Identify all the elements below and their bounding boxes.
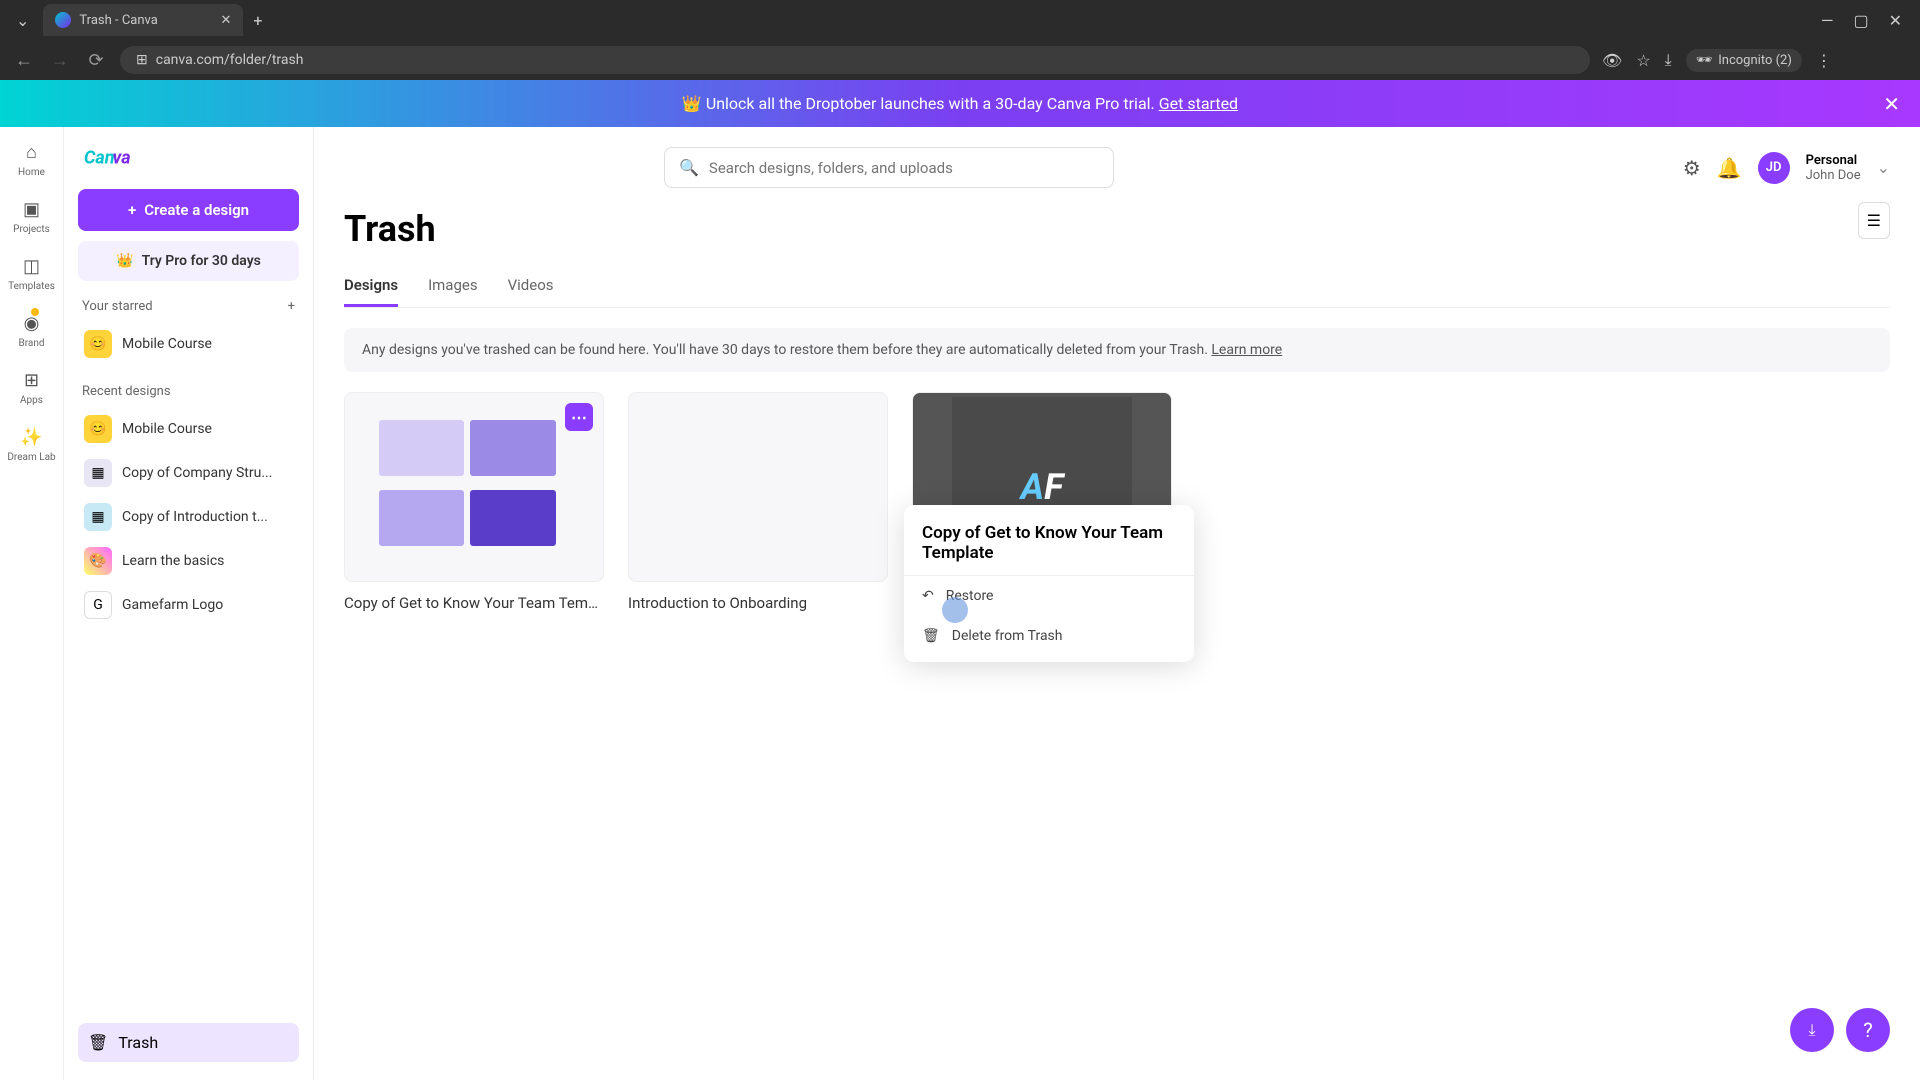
starred-item[interactable]: 😊Mobile Course xyxy=(78,322,299,366)
rail-home[interactable]: ⌂Home xyxy=(18,139,45,178)
minimize-icon[interactable]: — xyxy=(1821,11,1834,30)
card-title: Introduction to Onboarding xyxy=(628,594,888,612)
try-pro-button[interactable]: 👑Try Pro for 30 days xyxy=(78,241,299,281)
recent-item[interactable]: 😊Mobile Course xyxy=(78,407,299,451)
search-input[interactable]: 🔍 xyxy=(664,147,1114,188)
incognito-badge[interactable]: 🕶 Incognito (2) xyxy=(1686,49,1802,72)
recent-item[interactable]: GGamefarm Logo xyxy=(78,583,299,627)
tab-favicon xyxy=(55,12,71,28)
chevron-down-icon[interactable]: ⌄ xyxy=(1877,158,1890,177)
crown-icon: 👑 xyxy=(116,253,133,269)
home-icon: ⌂ xyxy=(18,139,44,165)
sidebar-trash[interactable]: 🗑Trash xyxy=(78,1023,299,1062)
rail-dreamlab[interactable]: ✨Dream Lab xyxy=(7,424,55,463)
new-tab-button[interactable]: + xyxy=(243,7,272,34)
create-design-button[interactable]: +Create a design xyxy=(78,189,299,231)
card-more-button[interactable]: ⋯ xyxy=(565,403,593,431)
context-menu-title: Copy of Get to Know Your Team Template xyxy=(904,519,1194,576)
close-tab-icon[interactable]: ✕ xyxy=(221,13,232,28)
rail-projects[interactable]: ▣Projects xyxy=(13,196,50,235)
site-info-icon[interactable]: ⊞ xyxy=(136,52,148,68)
info-bar: Any designs you've trashed can be found … xyxy=(344,328,1890,372)
design-thumb-icon: G xyxy=(84,591,112,619)
browser-menu-icon[interactable]: ⋮ xyxy=(1816,51,1832,70)
svg-text:va: va xyxy=(113,147,131,168)
canva-logo[interactable]: Canva xyxy=(78,145,299,175)
back-button[interactable]: ← xyxy=(12,50,36,71)
profile-dropdown[interactable]: ⌄ xyxy=(8,11,37,30)
cursor-indicator xyxy=(942,597,968,623)
dreamlab-icon: ✨ xyxy=(18,424,44,450)
nav-rail: ⌂Home ▣Projects ◫Templates ◉Brand ⊞Apps … xyxy=(0,127,64,1080)
recent-item[interactable]: 🎨Learn the basics xyxy=(78,539,299,583)
recent-header: Recent designs xyxy=(82,384,171,399)
tab-title: Trash - Canva xyxy=(79,13,157,28)
close-banner-icon[interactable]: ✕ xyxy=(1883,92,1900,116)
recent-item[interactable]: ▦Copy of Introduction t... xyxy=(78,495,299,539)
incognito-icon: 🕶 xyxy=(1696,53,1713,68)
user-menu[interactable]: Personal John Doe xyxy=(1806,153,1861,183)
folder-icon: ▣ xyxy=(18,196,44,222)
tab-designs[interactable]: Designs xyxy=(344,266,398,307)
search-icon: 🔍 xyxy=(679,158,699,177)
close-window-icon[interactable]: ✕ xyxy=(1889,11,1902,30)
tab-images[interactable]: Images xyxy=(428,266,478,307)
design-thumb-icon: 😊 xyxy=(84,330,112,358)
recent-item[interactable]: ▦Copy of Company Stru... xyxy=(78,451,299,495)
add-starred-icon[interactable]: + xyxy=(288,299,295,314)
plus-icon: + xyxy=(128,201,136,219)
settings-icon[interactable]: ⚙ xyxy=(1683,156,1701,180)
design-thumb-icon: 😊 xyxy=(84,415,112,443)
url-text: canva.com/folder/trash xyxy=(156,52,304,68)
rail-brand[interactable]: ◉Brand xyxy=(18,310,44,349)
design-thumb-icon: ▦ xyxy=(84,459,112,487)
delete-icon: 🗑 xyxy=(922,628,940,644)
bell-icon[interactable]: 🔔 xyxy=(1717,156,1742,180)
promo-banner: 👑 Unlock all the Droptober launches with… xyxy=(0,80,1920,127)
help-fab[interactable]: ? xyxy=(1846,1008,1890,1052)
download-icon[interactable]: ⤓ xyxy=(1665,50,1672,70)
bookmark-icon[interactable]: ☆ xyxy=(1636,51,1650,70)
forward-button[interactable]: → xyxy=(48,50,72,71)
trash-card[interactable]: Introduction to Onboarding xyxy=(628,392,888,612)
eye-icon[interactable]: 👁 xyxy=(1602,51,1622,70)
trash-icon: 🗑 xyxy=(88,1033,108,1052)
download-fab[interactable]: ⤓ xyxy=(1790,1008,1834,1052)
view-toggle-button[interactable]: ☰ xyxy=(1858,202,1890,239)
context-menu: Copy of Get to Know Your Team Template ↶… xyxy=(904,505,1194,662)
design-thumb-icon: 🎨 xyxy=(84,547,112,575)
rail-templates[interactable]: ◫Templates xyxy=(8,253,55,292)
banner-cta-link[interactable]: Get started xyxy=(1159,94,1238,113)
apps-icon: ⊞ xyxy=(19,367,45,393)
trash-card[interactable]: ⋯ Copy of Get to Know Your Team Temp... xyxy=(344,392,604,612)
learn-more-link[interactable]: Learn more xyxy=(1211,342,1282,358)
design-thumb-icon: ▦ xyxy=(84,503,112,531)
page-title: Trash xyxy=(344,208,1890,250)
address-bar[interactable]: ⊞ canva.com/folder/trash xyxy=(120,46,1590,74)
svg-text:Can: Can xyxy=(84,147,115,168)
restore-icon: ↶ xyxy=(922,588,934,604)
avatar[interactable]: JD xyxy=(1758,152,1790,184)
delete-menu-item[interactable]: 🗑Delete from Trash xyxy=(904,616,1194,656)
maximize-icon[interactable]: ▢ xyxy=(1853,11,1868,30)
tab-videos[interactable]: Videos xyxy=(508,266,554,307)
browser-tab[interactable]: Trash - Canva ✕ xyxy=(43,4,243,36)
templates-icon: ◫ xyxy=(19,253,45,279)
card-title: Copy of Get to Know Your Team Temp... xyxy=(344,594,604,612)
sidebar: Canva +Create a design 👑Try Pro for 30 d… xyxy=(64,127,314,1080)
starred-header: Your starred xyxy=(82,299,153,314)
rail-apps[interactable]: ⊞Apps xyxy=(19,367,45,406)
reload-button[interactable]: ⟳ xyxy=(84,50,108,71)
